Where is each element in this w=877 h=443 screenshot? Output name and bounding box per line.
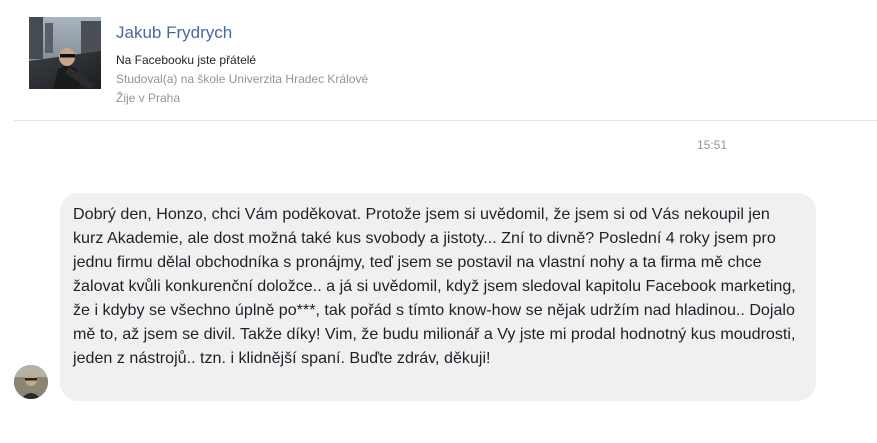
message-timestamp: 15:51 [696,138,728,152]
avatar[interactable] [14,365,48,399]
profile-info: Jakub Frydrych Na Facebooku jste přátelé… [116,22,368,108]
message-text: Dobrý den, Honzo, chci Vám poděkovat. Pr… [73,205,796,367]
header-divider [14,120,877,121]
location-info: Žije v Praha [116,91,181,105]
profile-name-link[interactable]: Jakub Frydrych [116,22,368,44]
education-info: Studoval(a) na škole Univerzita Hradec K… [116,72,369,86]
friendship-status: Na Facebooku jste přátelé [116,53,257,67]
profile-photo-image [29,17,101,89]
profile-header: Jakub Frydrych Na Facebooku jste přátelé… [0,0,877,120]
message-bubble[interactable]: Dobrý den, Honzo, chci Vám poděkovat. Pr… [60,193,816,401]
profile-photo[interactable] [29,17,101,89]
avatar-image [14,365,48,399]
